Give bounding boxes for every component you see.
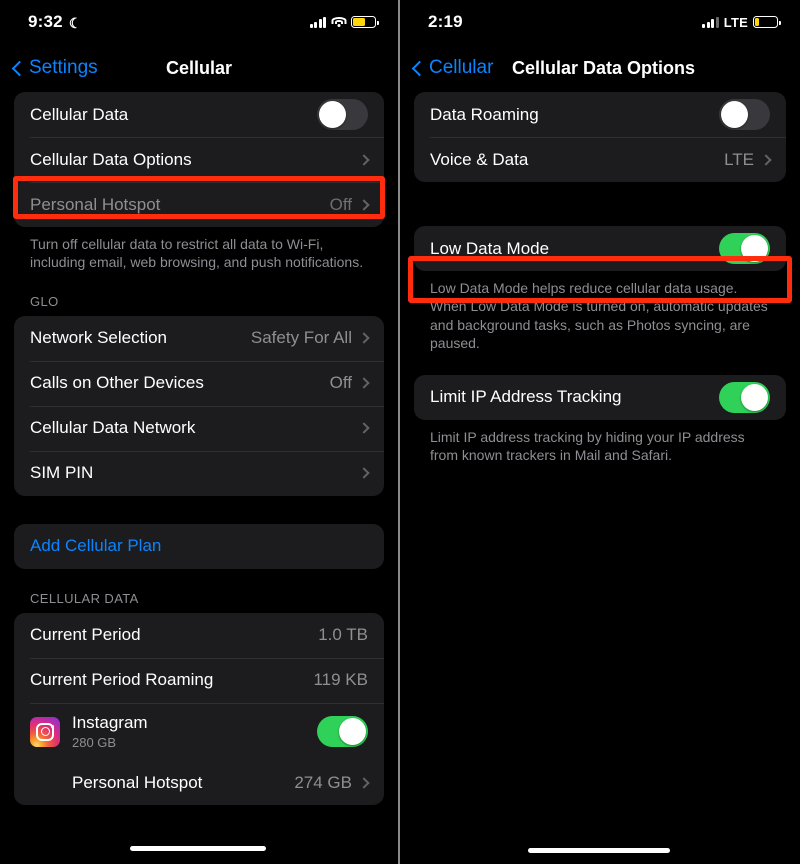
row-cellular-data[interactable]: Cellular Data	[14, 92, 384, 137]
row-value: Safety For All	[250, 328, 352, 348]
cellular-usage-group: Current Period 1.0 TB Current Period Roa…	[14, 612, 384, 805]
row-label: Personal Hotspot	[30, 194, 161, 214]
row-limit-ip-address-tracking[interactable]: Limit IP Address Tracking	[414, 375, 786, 420]
row-label: Data Roaming	[430, 104, 539, 124]
chevron-right-icon	[358, 377, 370, 390]
chevron-right-icon	[760, 153, 772, 166]
limit-ip-footer: Limit IP address tracking by hiding your…	[430, 428, 745, 464]
row-label: Low Data Mode	[430, 238, 550, 258]
row-label: SIM PIN	[30, 463, 94, 483]
navigation-bar: Settings Cellular	[0, 44, 398, 92]
chevron-right-icon	[358, 153, 370, 166]
row-label: Cellular Data	[30, 104, 129, 124]
low-data-mode-group: Low Data Mode	[414, 226, 786, 271]
status-bar-right	[309, 16, 379, 28]
row-cellular-data-options[interactable]: Cellular Data Options	[14, 137, 384, 182]
back-button-cellular[interactable]: Cellular	[411, 57, 494, 79]
add-cellular-plan-group: Add Cellular Plan	[14, 523, 384, 569]
back-button-label: Cellular	[429, 57, 494, 78]
app-name: Instagram	[72, 713, 148, 733]
left-phone-screen: 9:32 ☾ Settings Cellular Cellular Data C…	[0, 0, 398, 864]
chevron-left-icon	[11, 60, 28, 76]
status-bar-left: 2:19	[428, 12, 463, 32]
crescent-moon-icon: ☾	[68, 15, 82, 31]
app-text: Instagram 280 GB	[72, 713, 317, 750]
row-data-roaming[interactable]: Data Roaming	[414, 92, 786, 137]
chevron-right-icon	[358, 422, 370, 435]
section-header-cellular-data: CELLULAR DATA	[30, 590, 139, 606]
status-bar-right: LTE	[702, 14, 781, 30]
chevron-right-icon	[358, 467, 370, 480]
instagram-cellular-toggle[interactable]	[317, 716, 368, 748]
row-personal-hotspot-usage[interactable]: Personal Hotspot 274 GB	[14, 761, 384, 805]
status-bar: 2:19 LTE	[400, 0, 800, 44]
roaming-group: Data Roaming Voice & Data LTE	[414, 92, 786, 182]
low-data-mode-footer: Low Data Mode helps reduce cellular data…	[430, 280, 768, 352]
row-current-period-roaming: Current Period Roaming 119 KB	[14, 657, 384, 703]
settings-content: Cellular Data Cellular Data Options Pers…	[0, 92, 398, 805]
page-title: Cellular Data Options	[512, 57, 696, 78]
low-data-mode-toggle[interactable]	[719, 233, 770, 264]
home-indicator	[528, 848, 670, 853]
row-label: Current Period	[30, 625, 141, 645]
row-value: LTE	[724, 149, 754, 169]
battery-low-icon	[753, 16, 781, 28]
status-bar-left: 9:32 ☾	[28, 12, 82, 32]
cellular-data-toggle[interactable]	[317, 99, 368, 130]
right-phone-screen: 2:19 LTE Cellular Cellular Data Options …	[400, 0, 800, 864]
limit-ip-tracking-toggle[interactable]	[719, 381, 770, 413]
dual-screenshot-comparison: 9:32 ☾ Settings Cellular Cellular Data C…	[0, 0, 800, 864]
status-time: 2:19	[428, 12, 463, 31]
back-button-settings[interactable]: Settings	[11, 57, 98, 79]
row-label: Cellular Data Options	[30, 149, 192, 169]
row-value: Off	[329, 373, 352, 393]
data-roaming-toggle[interactable]	[719, 99, 770, 130]
row-low-data-mode[interactable]: Low Data Mode	[414, 226, 786, 271]
settings-content: Data Roaming Voice & Data LTE Low Data M…	[400, 92, 800, 465]
status-bar: 9:32 ☾	[0, 0, 398, 44]
row-value: Off	[329, 194, 352, 214]
row-label: Voice & Data	[430, 149, 529, 169]
row-current-period: Current Period 1.0 TB	[14, 613, 384, 658]
row-voice-and-data[interactable]: Voice & Data LTE	[414, 137, 786, 182]
network-type-label: LTE	[723, 14, 748, 30]
chevron-right-icon	[358, 332, 370, 345]
row-network-selection[interactable]: Network Selection Safety For All	[14, 316, 384, 361]
instagram-icon	[30, 716, 60, 747]
carrier-settings-group: Network Selection Safety For All Calls o…	[14, 315, 384, 496]
row-cellular-data-network[interactable]: Cellular Data Network	[14, 405, 384, 451]
row-value: 1.0 TB	[318, 625, 368, 645]
home-indicator	[130, 846, 266, 851]
back-button-label: Settings	[29, 57, 98, 78]
row-calls-on-other-devices[interactable]: Calls on Other Devices Off	[14, 360, 384, 406]
row-value: 119 KB	[313, 670, 368, 690]
row-label: Network Selection	[30, 328, 168, 348]
limit-ip-group: Limit IP Address Tracking	[414, 374, 786, 420]
section-header-glo: GLO	[30, 293, 59, 309]
row-label: Personal Hotspot	[72, 772, 203, 792]
cellular-bars-icon	[309, 16, 326, 28]
app-usage: 280 GB	[72, 735, 117, 751]
row-label: Cellular Data Network	[30, 418, 196, 438]
status-time: 9:32	[28, 12, 63, 31]
battery-low-power-icon	[351, 16, 379, 28]
row-label: Current Period Roaming	[30, 670, 214, 690]
navigation-bar: Cellular Cellular Data Options	[400, 44, 800, 92]
cellular-data-group: Cellular Data Cellular Data Options Pers…	[14, 92, 384, 227]
row-personal-hotspot[interactable]: Personal Hotspot Off	[14, 182, 384, 227]
cellular-data-footer: Turn off cellular data to restrict all d…	[30, 236, 364, 271]
add-cellular-plan-label: Add Cellular Plan	[30, 536, 162, 556]
row-value: 274 GB	[294, 772, 352, 792]
row-sim-pin[interactable]: SIM PIN	[14, 450, 384, 496]
row-add-cellular-plan[interactable]: Add Cellular Plan	[14, 524, 384, 569]
row-label: Calls on Other Devices	[30, 373, 204, 393]
wifi-icon	[331, 16, 346, 28]
chevron-right-icon	[358, 777, 370, 789]
chevron-right-icon	[358, 198, 370, 211]
row-app-instagram[interactable]: Instagram 280 GB	[14, 702, 384, 761]
row-label: Limit IP Address Tracking	[430, 387, 622, 407]
cellular-bars-icon	[702, 16, 719, 28]
chevron-left-icon	[411, 60, 428, 76]
